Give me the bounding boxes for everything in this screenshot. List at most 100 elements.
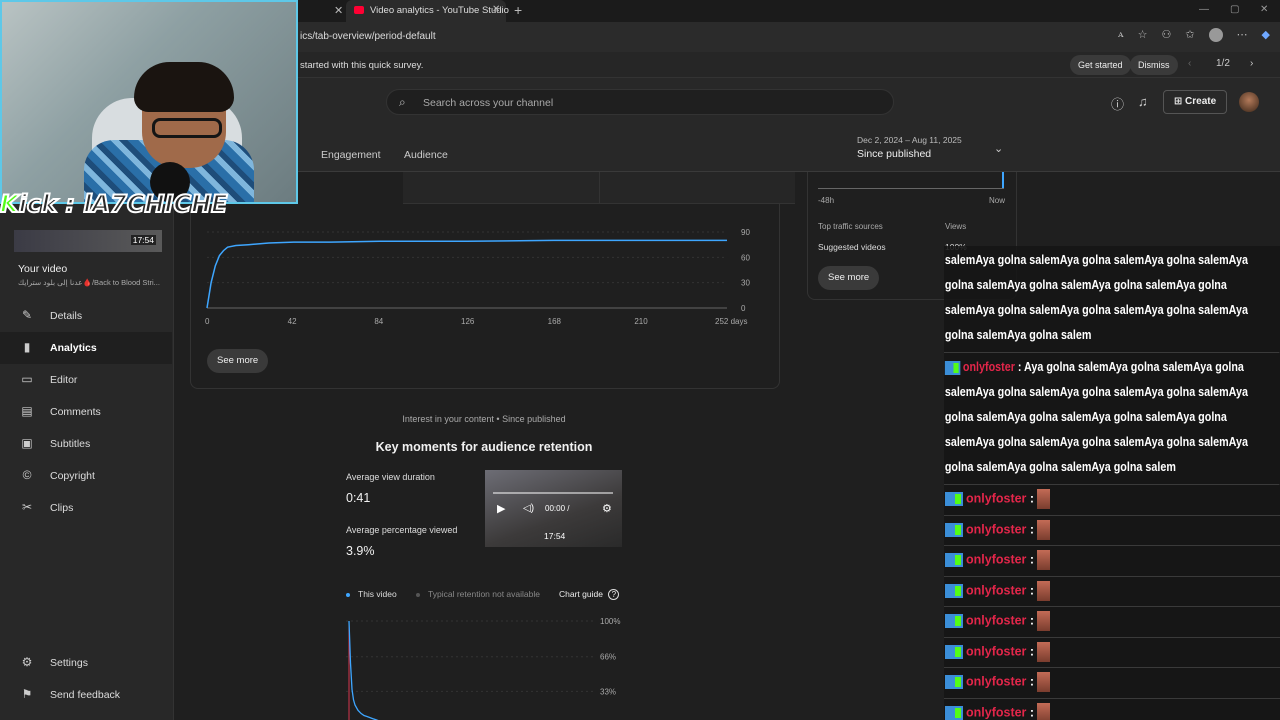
tab-audience[interactable]: Audience (404, 149, 448, 161)
video-thumbnail[interactable]: 17:54 (14, 230, 162, 252)
sidebar-item-subtitles[interactable]: ▣ Subtitles (0, 428, 172, 460)
main-content: 0 30 60 90 0 42 84 126 168 210 252 days See more -… (174, 172, 1017, 720)
minimize-icon[interactable]: — (1199, 4, 1209, 15)
avg-view-duration-value: 0:41 (346, 491, 371, 505)
x-tick-label: 126 (461, 317, 475, 326)
sidebar-item-details[interactable]: ✎ Details (0, 300, 172, 332)
kick-k: K (0, 189, 20, 219)
close-window-icon[interactable]: ✕ (1260, 4, 1268, 15)
sidebar: 17:54 Your video عدنا إلى بلود سترايك🩸/B… (0, 172, 174, 720)
see-more-button[interactable]: See more (818, 266, 880, 290)
feedback-icon: ⚑ (21, 687, 33, 701)
create-button[interactable]: ⊞ Create (1163, 90, 1227, 114)
player-settings-icon[interactable]: ⚙ (602, 502, 612, 515)
views-series-line (206, 239, 727, 309)
create-plus-icon: ⊞ (1173, 96, 1183, 107)
maximize-icon[interactable]: ▢ (1230, 4, 1239, 15)
create-label: Create (1185, 96, 1217, 107)
thumbnail-duration: 17:54 (130, 235, 156, 245)
more-menu-icon[interactable]: ⋯ (1237, 28, 1248, 42)
stream-chat-overlay: salemAya golna salemAya golna salemAya g… (944, 246, 1280, 720)
analytics-tabs: Engagement Audience Dec 2, 2024 – Aug 11… (174, 126, 1280, 172)
help-icon[interactable]: ⓘ (1111, 94, 1124, 113)
tab-close-icon[interactable]: ✕ (492, 4, 500, 15)
legend-this-video: This video (346, 589, 397, 599)
favorite-star-icon[interactable]: ☆ (1138, 28, 1148, 42)
tab-close-icon[interactable]: ✕ (334, 4, 343, 17)
new-tab-icon[interactable]: + (514, 2, 522, 18)
comments-icon: ▤ (21, 404, 33, 418)
sidebar-item-clips[interactable]: ✂ Clips (0, 492, 172, 524)
read-aloud-icon[interactable]: ꭺ (1118, 28, 1124, 42)
player-progress-bar[interactable] (493, 492, 613, 494)
chevron-down-icon[interactable]: ⌄ (994, 142, 1003, 155)
avatar[interactable] (1239, 92, 1259, 112)
chat-message: onlyfoster : (944, 546, 1280, 577)
subtitles-icon: ▣ (21, 436, 33, 450)
chat-emote-icon (1037, 702, 1051, 720)
search-icon: ⌕ (399, 95, 406, 109)
volume-icon[interactable]: ◁) (523, 503, 534, 514)
chat-message: onlyfoster : (944, 577, 1280, 607)
realtime-bar (1002, 172, 1004, 188)
survey-prev-icon[interactable]: ‹ (1188, 58, 1191, 69)
profile-icon[interactable] (1208, 28, 1223, 42)
chart-guide-button[interactable]: Chart guide ? (559, 589, 620, 600)
legend-this-video-label: This video (358, 589, 397, 599)
extensions-icon[interactable]: ⚇ (1161, 28, 1171, 42)
url-field[interactable]: ics/tab-overview/period-default (300, 31, 436, 42)
sidebar-item-copyright[interactable]: © Copyright (0, 460, 172, 492)
youtube-favicon-icon (354, 6, 364, 14)
chat-message-text: salemAya golna salemAya golna salemAya g… (944, 253, 1248, 342)
get-started-button[interactable]: Get started (1070, 55, 1131, 75)
editor-icon: ▭ (21, 372, 33, 386)
sidebar-item-settings[interactable]: ⚙ Settings (0, 647, 172, 679)
chat-username: onlyfoster (966, 674, 1027, 689)
sidebar-item-label: Clips (50, 502, 74, 514)
play-icon[interactable]: ▶ (497, 502, 505, 515)
chat-emote-icon (1037, 672, 1051, 692)
chat-message: onlyfoster : (944, 607, 1280, 638)
chat-username: onlyfoster (966, 704, 1027, 719)
chat-username: onlyfoster (962, 360, 1015, 374)
notifications-bell-icon[interactable]: ♫ (1138, 94, 1148, 109)
video-title[interactable]: عدنا إلى بلود سترايك🩸/Back to Blood Stri… (18, 278, 160, 287)
chat-badge-icon (945, 492, 963, 506)
chat-username: onlyfoster (966, 552, 1027, 567)
see-more-button[interactable]: See more (207, 349, 269, 373)
scissors-icon: ✂ (21, 500, 33, 514)
sidebar-item-label: Send feedback (50, 689, 121, 701)
favorites-icon[interactable]: ✩ (1185, 28, 1194, 42)
realtime-start-label: -48h (818, 196, 835, 205)
sidebar-item-send-feedback[interactable]: ⚑ Send feedback (0, 679, 172, 711)
help-circle-icon: ? (608, 589, 620, 600)
key-moments-player[interactable]: ▶ ◁) 00:00 / ⚙ 17:54 (485, 470, 622, 547)
chat-message: onlyfoster : (944, 668, 1280, 699)
search-box[interactable]: ⌕ Search across your channel (386, 89, 894, 115)
player-duration: 17:54 (544, 531, 566, 541)
dismiss-button[interactable]: Dismiss (1130, 55, 1178, 75)
player-time: 00:00 / (545, 504, 570, 513)
browser-tab[interactable]: Video analytics - YouTube Studio ✕ (346, 0, 509, 22)
views-line-chart: 0 30 60 90 0 42 84 126 168 210 252 days (205, 228, 750, 326)
chat-badge-icon (945, 553, 963, 567)
avg-view-duration-label: Average view duration (346, 472, 435, 482)
tab-engagement[interactable]: Engagement (321, 149, 381, 161)
chat-badge-icon (945, 583, 963, 598)
sidebar-item-comments[interactable]: ▤ Comments (0, 396, 172, 428)
chat-emote-icon (1037, 641, 1051, 662)
y-tick-label: 30 (741, 279, 750, 288)
sidebar-item-editor[interactable]: ▭ Editor (0, 364, 172, 396)
avg-percentage-label: Average percentage viewed (346, 525, 458, 535)
date-range-label[interactable]: Since published (857, 148, 931, 160)
copilot-icon[interactable]: ◆ (1262, 28, 1270, 42)
chat-emote-icon (1037, 611, 1051, 631)
survey-next-icon[interactable]: › (1250, 58, 1253, 69)
chat-username: onlyfoster (966, 643, 1027, 658)
search-input[interactable]: Search across your channel (423, 97, 553, 109)
chat-emote-icon (1037, 489, 1051, 509)
sidebar-item-analytics[interactable]: ▮ Analytics (0, 332, 172, 364)
survey-page: 1/2 (1216, 58, 1230, 69)
sidebar-item-label: Settings (50, 657, 88, 669)
y-tick-label: 100% (600, 617, 620, 626)
